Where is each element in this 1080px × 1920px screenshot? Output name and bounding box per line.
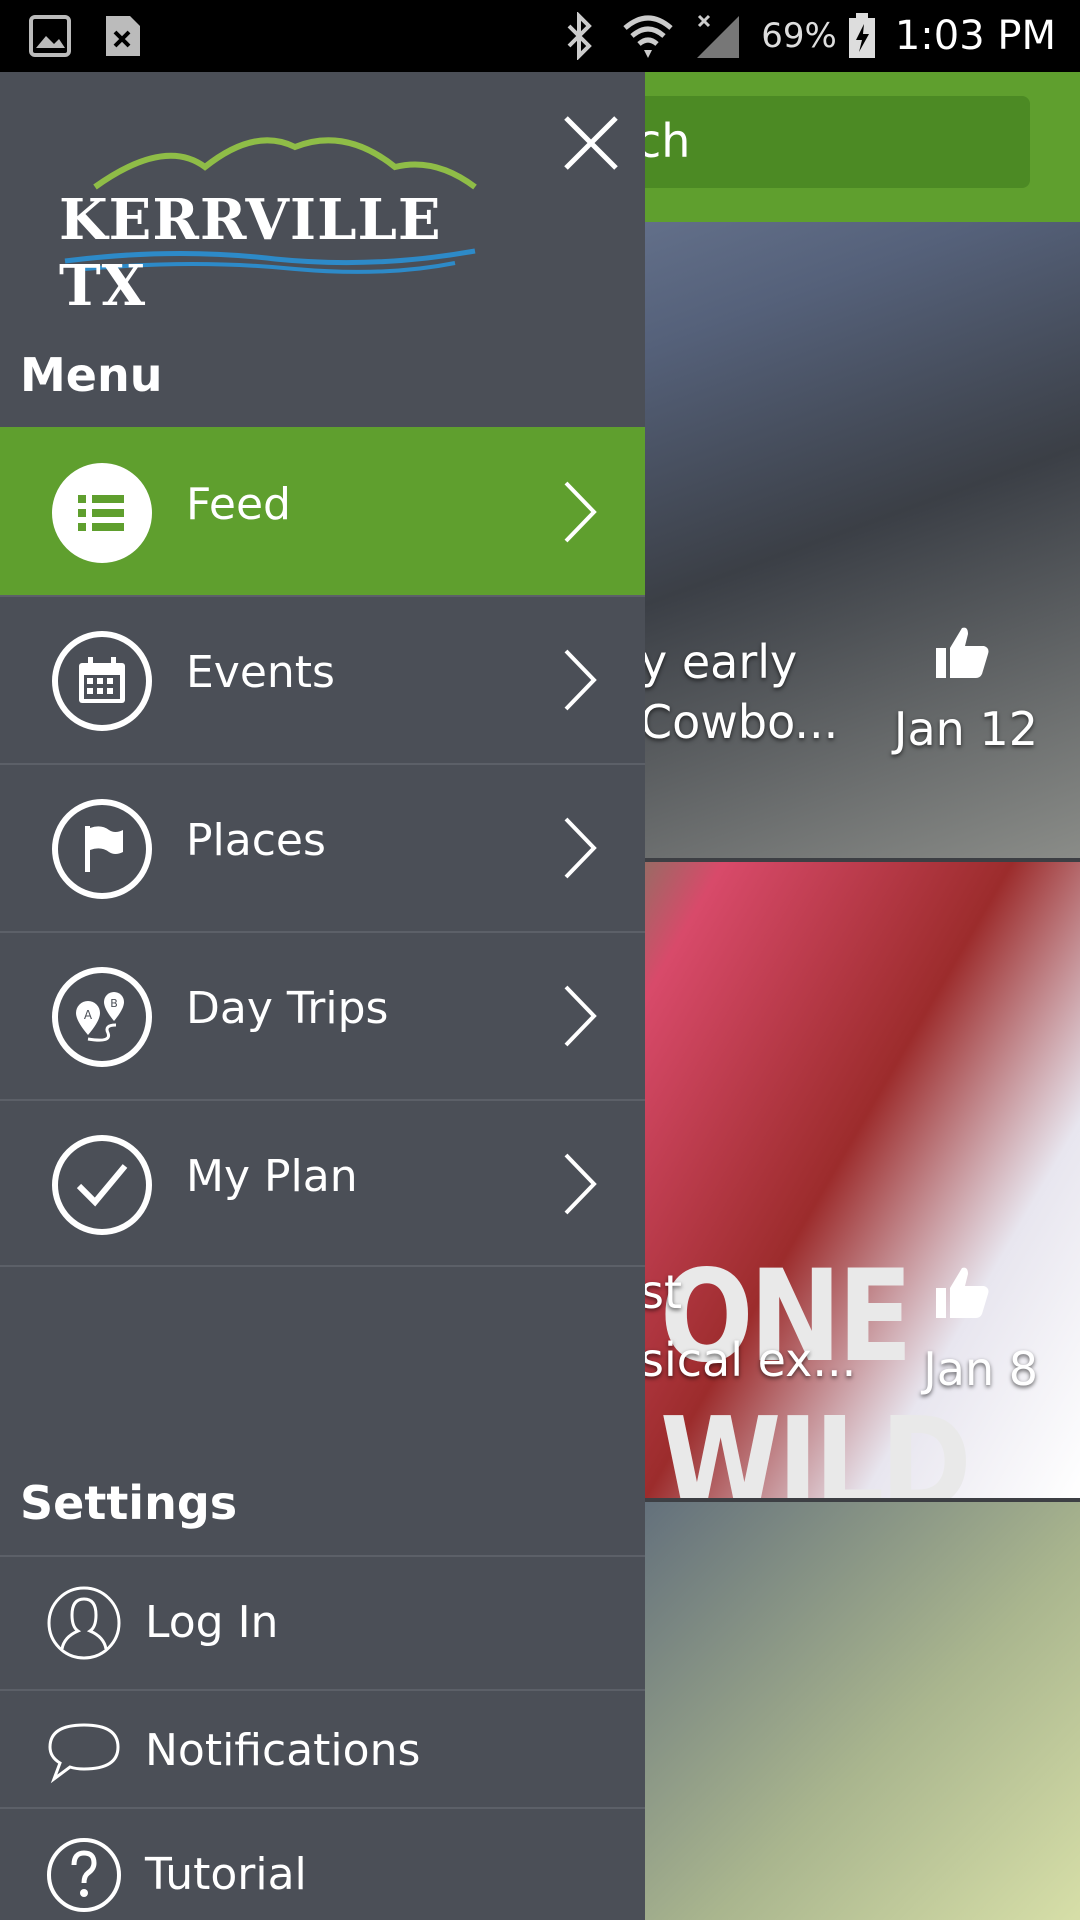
kerrville-logo: KERRVILLE TX [55, 127, 485, 319]
bluetooth-icon [567, 12, 593, 60]
settings-title: Settings [20, 1476, 238, 1530]
check-icon [52, 1135, 152, 1235]
settings-item-tutorial[interactable]: Tutorial [0, 1807, 645, 1920]
signal-icon [697, 14, 740, 58]
settings-item-log-in[interactable]: Log In [0, 1555, 645, 1689]
screen: 69% 1:03 PM ch y early Cowbo... Jan 12 O… [0, 0, 1080, 1920]
chevron-right-icon [564, 985, 597, 1047]
chevron-right-icon [564, 649, 597, 711]
settings-item-label: Tutorial [145, 1849, 307, 1900]
thumbs-up-icon[interactable] [932, 1262, 992, 1322]
chat-bubble-icon [48, 1723, 120, 1784]
menu-item-my-plan[interactable]: My Plan [0, 1099, 645, 1267]
list-icon [52, 463, 152, 563]
settings-item-label: Log In [145, 1597, 279, 1648]
svg-text:B: B [110, 997, 118, 1010]
card-date: Jan 12 [893, 702, 1038, 756]
image-icon [29, 15, 71, 57]
settings-item-label: Notifications [145, 1725, 421, 1776]
menu-item-events[interactable]: Events [0, 595, 645, 763]
svg-text:A: A [84, 1008, 93, 1022]
user-icon [47, 1586, 121, 1660]
menu-item-label: Places [186, 815, 326, 866]
file-x-icon [106, 16, 140, 56]
card-caption-line2: sical ex... [640, 1333, 857, 1387]
card-caption-line1: y early [640, 635, 798, 689]
help-icon [47, 1838, 121, 1912]
menu-item-places[interactable]: Places [0, 763, 645, 931]
logo-text: KERRVILLE TX [59, 187, 442, 319]
settings-item-notifications[interactable]: Notifications [0, 1689, 645, 1807]
menu-item-feed[interactable]: Feed [0, 427, 645, 595]
card-caption-line2: Cowbo... [640, 695, 839, 749]
card-caption-line1: st [640, 1265, 683, 1319]
menu-title: Menu [20, 348, 163, 402]
calendar-icon [52, 631, 152, 731]
chevron-right-icon [564, 817, 597, 879]
wifi-icon [623, 15, 673, 58]
chevron-right-icon [564, 481, 597, 543]
menu-item-label: Feed [186, 479, 291, 530]
thumbs-up-icon[interactable] [932, 622, 992, 682]
menu-item-label: Events [186, 647, 335, 698]
close-icon[interactable] [560, 112, 622, 174]
card-date: Jan 8 [923, 1342, 1038, 1396]
clock: 1:03 PM [894, 13, 1056, 59]
battery-charging-icon [848, 13, 875, 58]
menu-item-label: Day Trips [186, 983, 389, 1034]
route-icon: A B [52, 967, 152, 1067]
menu-item-label: My Plan [186, 1151, 358, 1202]
chevron-right-icon [564, 1153, 597, 1215]
menu-item-day-trips[interactable]: A B Day Trips [0, 931, 645, 1099]
navigation-drawer: KERRVILLE TX Menu Feed Events Places A B… [0, 72, 645, 1920]
battery-percent: 69% [761, 16, 837, 56]
status-bar: 69% 1:03 PM [0, 0, 1080, 72]
flag-icon [52, 799, 152, 899]
